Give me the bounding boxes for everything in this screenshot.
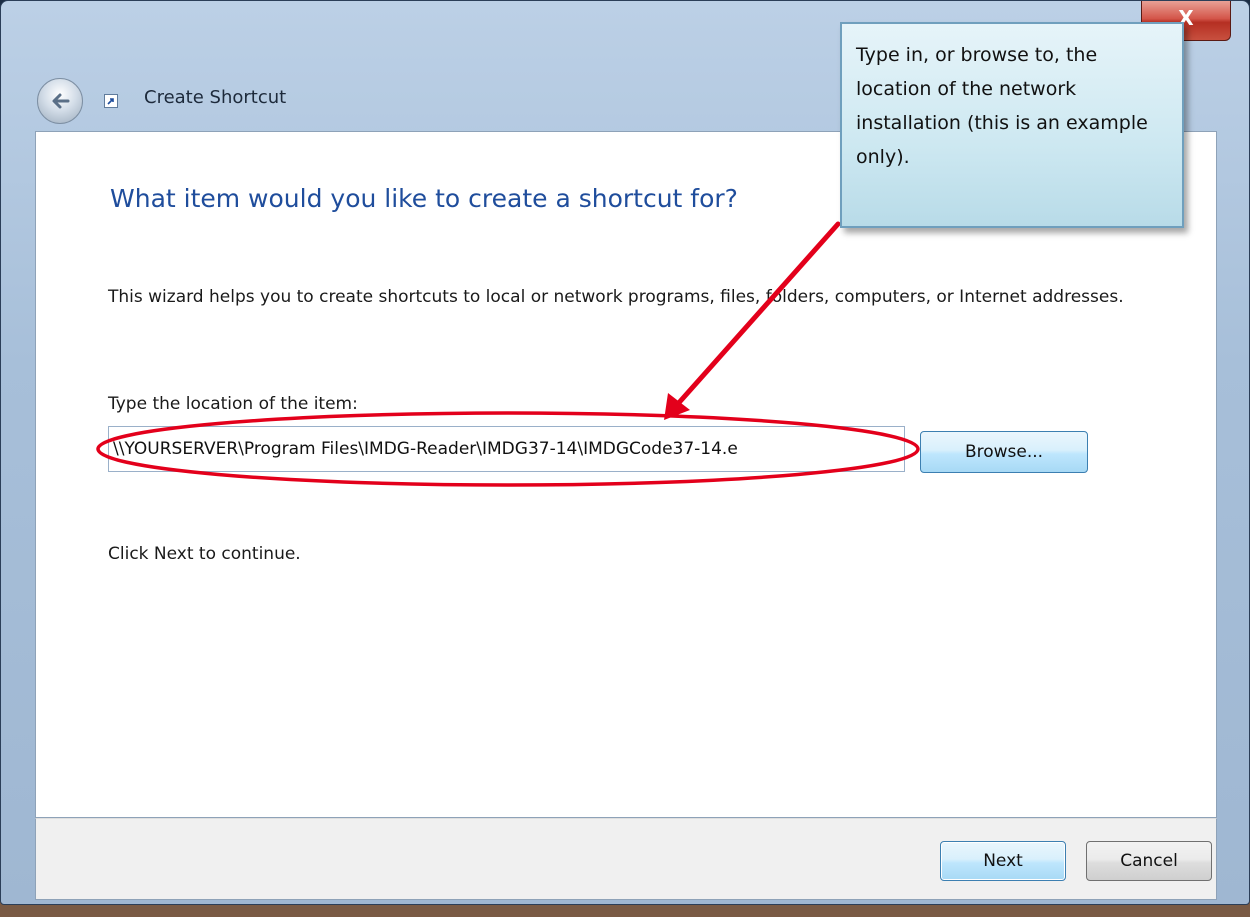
back-button[interactable] (37, 78, 83, 124)
location-label: Type the location of the item: (108, 394, 358, 414)
content-panel: What item would you like to create a sho… (35, 131, 1217, 818)
footer-bar: Next Cancel (35, 818, 1217, 900)
back-arrow-icon (52, 93, 70, 109)
cancel-button[interactable]: Cancel (1086, 841, 1212, 881)
window-title: Create Shortcut (144, 87, 287, 108)
location-input[interactable] (108, 426, 905, 472)
shortcut-icon (104, 94, 118, 108)
page-heading: What item would you like to create a sho… (110, 184, 738, 213)
browse-button[interactable]: Browse... (920, 431, 1088, 473)
continue-text: Click Next to continue. (108, 544, 301, 564)
intro-text: This wizard helps you to create shortcut… (108, 287, 1124, 307)
next-button[interactable]: Next (940, 841, 1066, 881)
annotation-callout: Type in, or browse to, the location of t… (840, 22, 1184, 228)
